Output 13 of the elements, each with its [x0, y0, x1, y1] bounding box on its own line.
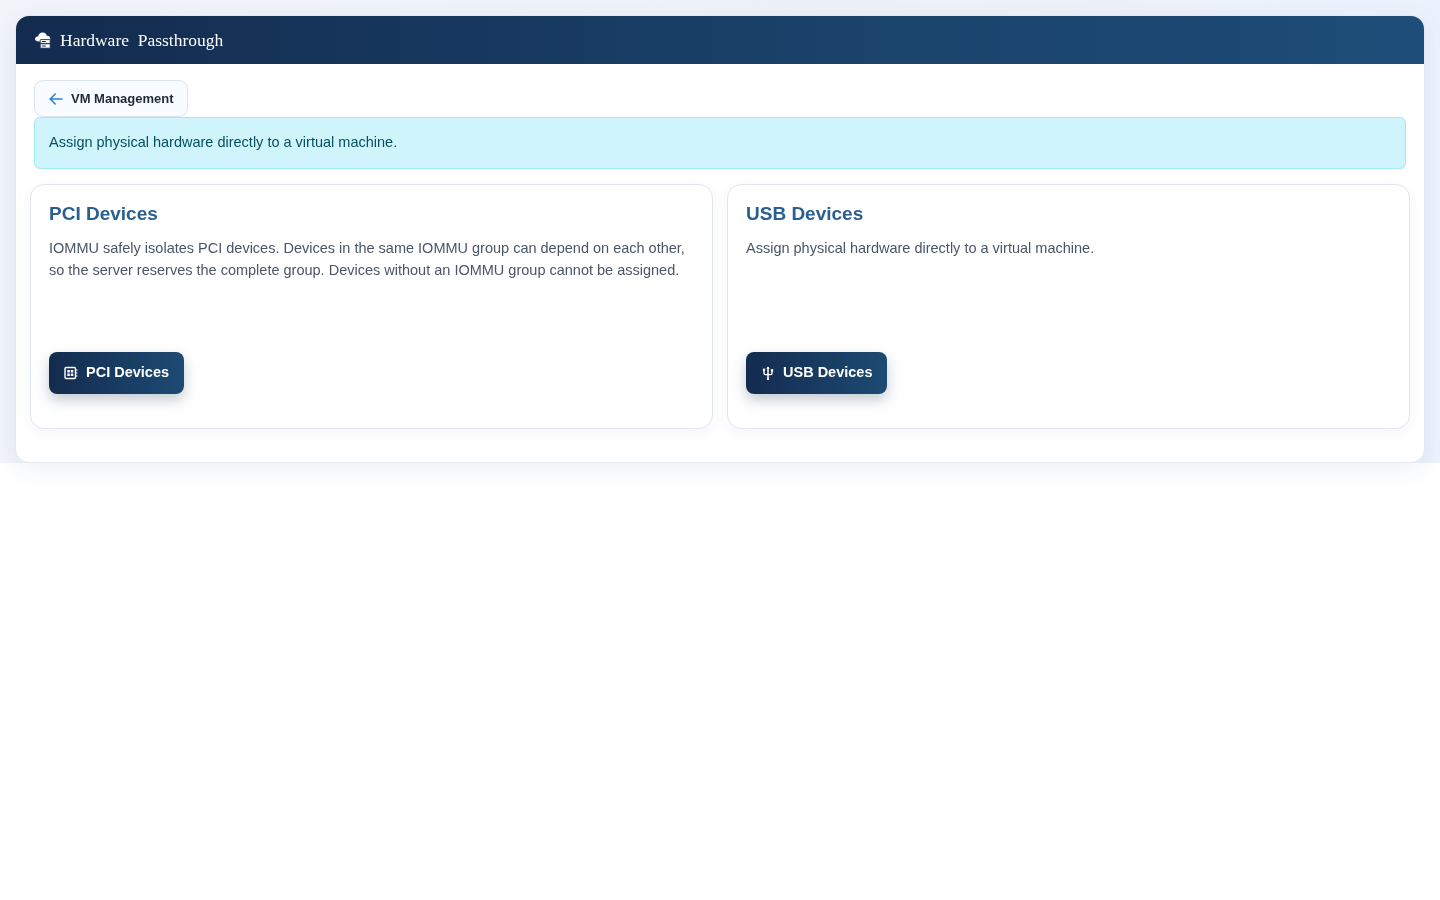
usb-icon [761, 366, 775, 380]
card-description: IOMMU safely isolates PCI devices. Devices in the same IOMMU group can depend on each other, so the server reserves the complete group. Devices without an IOMMU group cannot be assigned. [49, 238, 686, 280]
chip-icon [64, 366, 78, 380]
arrow-left-icon [49, 92, 63, 105]
card-title: USB Devices [746, 202, 865, 226]
open-devices-button[interactable]: PCI Devices [49, 352, 185, 394]
page-title: Hardware Passthrough [60, 28, 224, 52]
info-alert: Assign physical hardware directly to a virtual machine. [34, 117, 1406, 169]
open-devices-button[interactable]: USB Devices [746, 352, 888, 394]
cloud-server-icon [34, 31, 52, 49]
card-description: Assign physical hardware directly to a virtual machine. [746, 238, 1096, 258]
back-button[interactable]: VM Management [34, 80, 188, 117]
card-title: PCI Devices [49, 202, 159, 226]
